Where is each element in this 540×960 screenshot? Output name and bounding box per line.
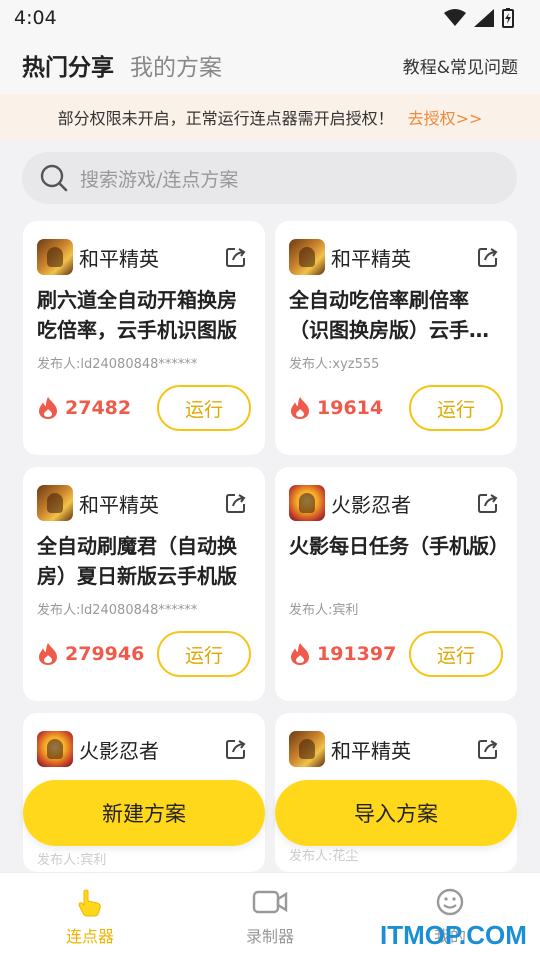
- heat-count: 191397: [317, 643, 397, 665]
- help-faq-link[interactable]: 教程&常见问题: [403, 53, 518, 78]
- share-icon[interactable]: [225, 492, 247, 514]
- game-icon: [37, 485, 73, 521]
- top-header: 热门分享 我的方案 教程&常见问题: [0, 36, 540, 94]
- game-icon: [289, 239, 325, 275]
- notice-text: 部分权限未开启，正常运行连点器需开启授权！: [57, 109, 394, 128]
- hand-tap-icon: [78, 889, 101, 917]
- fire-icon: [291, 397, 309, 419]
- search-placeholder: 搜索游戏/连点方案: [80, 168, 239, 191]
- run-button[interactable]: 运行: [409, 385, 503, 431]
- fire-icon: [39, 397, 57, 419]
- plan-title: 刷六道全自动开箱换房吃倍率，云手机识图版: [37, 288, 237, 342]
- game-name: 火影忍者: [331, 492, 411, 517]
- nav-label: 连点器: [65, 927, 114, 946]
- run-button[interactable]: 运行: [157, 631, 251, 677]
- game-name: 火影忍者: [79, 738, 159, 763]
- plan-author: 发布人:宾利: [289, 603, 359, 618]
- game-icon: [37, 731, 73, 767]
- plan-title: 火影每日任务（手机版）: [289, 534, 503, 558]
- plan-title: 全自动刷魔君（自动换房）夏日新版云手机版: [37, 534, 237, 588]
- signal-icon: [474, 9, 494, 27]
- heat-count: 19614: [317, 397, 384, 419]
- fire-icon: [291, 643, 309, 665]
- status-icons: [444, 8, 514, 28]
- share-icon[interactable]: [477, 492, 499, 514]
- nav-label: 录制器: [245, 927, 294, 946]
- plan-author: 发布人:宾利: [37, 853, 107, 868]
- heat-count: 279946: [65, 643, 145, 665]
- plan-author: 发布人:xyz555: [289, 357, 380, 372]
- search-icon: [40, 164, 68, 192]
- tab-hot-share[interactable]: 热门分享: [22, 48, 114, 82]
- new-plan-button[interactable]: 新建方案: [23, 780, 265, 846]
- search-input[interactable]: 搜索游戏/连点方案: [22, 152, 517, 204]
- game-name: 和平精英: [79, 246, 159, 271]
- plan-author: 发布人:花尘: [289, 849, 359, 864]
- watermark: ITMOP.COM: [380, 920, 527, 950]
- heat-count: 27482: [65, 397, 132, 419]
- plan-author: 发布人:ld24080848******: [37, 357, 198, 372]
- plan-card[interactable]: 和平精英 全自动吃倍率刷倍率（识图换房版）云手… 发布人:xyz555 1961…: [275, 221, 517, 455]
- tab-my-plans[interactable]: 我的方案: [130, 48, 222, 82]
- share-icon[interactable]: [477, 246, 499, 268]
- share-icon[interactable]: [225, 246, 247, 268]
- game-icon: [289, 731, 325, 767]
- run-button[interactable]: 运行: [409, 631, 503, 677]
- video-camera-icon: [252, 890, 288, 914]
- status-time: 4:04: [14, 7, 57, 29]
- authorize-link[interactable]: 去授权>>: [408, 105, 483, 129]
- plan-card[interactable]: 和平精英 刷六道全自动开箱换房吃倍率，云手机识图版 发布人:ld24080848…: [23, 221, 265, 455]
- game-name: 和平精英: [79, 492, 159, 517]
- game-icon: [289, 485, 325, 521]
- battery-icon: [502, 8, 514, 28]
- game-icon: [37, 239, 73, 275]
- plan-author: 发布人:ld24080848******: [37, 603, 198, 618]
- share-icon[interactable]: [225, 738, 247, 760]
- game-name: 和平精英: [331, 738, 411, 763]
- run-button[interactable]: 运行: [157, 385, 251, 431]
- smiley-icon: [436, 888, 464, 916]
- fire-icon: [39, 643, 57, 665]
- plan-card[interactable]: 和平精英 全自动刷魔君（自动换房）夏日新版云手机版 发布人:ld24080848…: [23, 467, 265, 701]
- share-icon[interactable]: [477, 738, 499, 760]
- nav-item-recorder[interactable]: 录制器: [180, 873, 360, 960]
- status-bar: 4:04: [0, 0, 540, 36]
- plan-title: 全自动吃倍率刷倍率（识图换房版）云手…: [289, 288, 489, 342]
- plan-card[interactable]: 火影忍者 火影每日任务（手机版） 发布人:宾利 191397 运行: [275, 467, 517, 701]
- wifi-icon: [444, 9, 466, 26]
- game-name: 和平精英: [331, 246, 411, 271]
- permission-notice: 部分权限未开启，正常运行连点器需开启授权！ 去授权>>: [0, 94, 540, 140]
- nav-item-clicker[interactable]: 连点器: [0, 873, 180, 960]
- import-plan-button[interactable]: 导入方案: [275, 780, 517, 846]
